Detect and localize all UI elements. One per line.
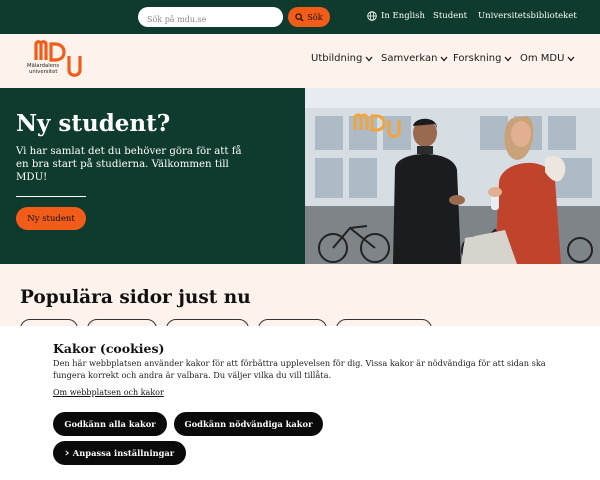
button-label: Anpassa inställningar [72,448,175,458]
chevron-down-icon [365,56,373,61]
nav-label: Om MDU [520,53,565,64]
nav-item-om-mdu[interactable]: Om MDU [520,53,575,64]
nav-item-forskning[interactable]: Forskning [453,53,512,64]
nav-label: Samverkan [381,53,438,64]
hero-photo [305,88,600,264]
cookie-info-link[interactable]: Om webbplatsen och kakor [53,388,164,397]
button-label: Godkänn alla kakor [64,419,156,429]
chevron-down-icon [440,56,448,61]
hero-text: Vi har samlat det du behöver göra för at… [16,146,242,183]
search-field[interactable] [138,7,283,30]
popular-title: Populära sidor just nu [20,287,251,308]
student-link[interactable]: Student [433,11,467,21]
cookie-description: Den här webbplatsen använder kakor för a… [53,358,546,380]
hero-divider [16,196,86,197]
chevron-right-icon [65,450,69,456]
logo-wordmark: Mälardalens universitet [27,63,59,75]
button-label: Godkänn nödvändiga kakor [184,419,313,429]
nav-label: Forskning [453,53,502,64]
new-student-button[interactable]: Ny student [16,207,86,230]
cookie-title: Kakor (cookies) [53,341,165,356]
english-link[interactable]: In English [381,11,425,21]
nav-item-samverkan[interactable]: Samverkan [381,53,448,64]
search-button-label: Sök [307,12,323,22]
search-icon [295,12,304,22]
chevron-down-icon [504,56,512,61]
customize-cookies-button[interactable]: Anpassa inställningar [53,441,186,465]
accept-all-cookies-button[interactable]: Godkänn alla kakor [53,412,167,436]
nav-label: Utbildning [311,53,363,64]
search-input[interactable] [138,9,283,30]
nav-item-utbildning[interactable]: Utbildning [311,53,373,64]
chevron-down-icon [567,56,575,61]
hero-title: Ny student? [16,110,171,137]
globe-icon [367,11,377,21]
logo-line-2: universitet [29,69,58,75]
library-link[interactable]: Universitetsbiblioteket [478,11,577,21]
search-button[interactable]: Sök [288,7,330,27]
accept-necessary-cookies-button[interactable]: Godkänn nödvändiga kakor [174,412,323,436]
